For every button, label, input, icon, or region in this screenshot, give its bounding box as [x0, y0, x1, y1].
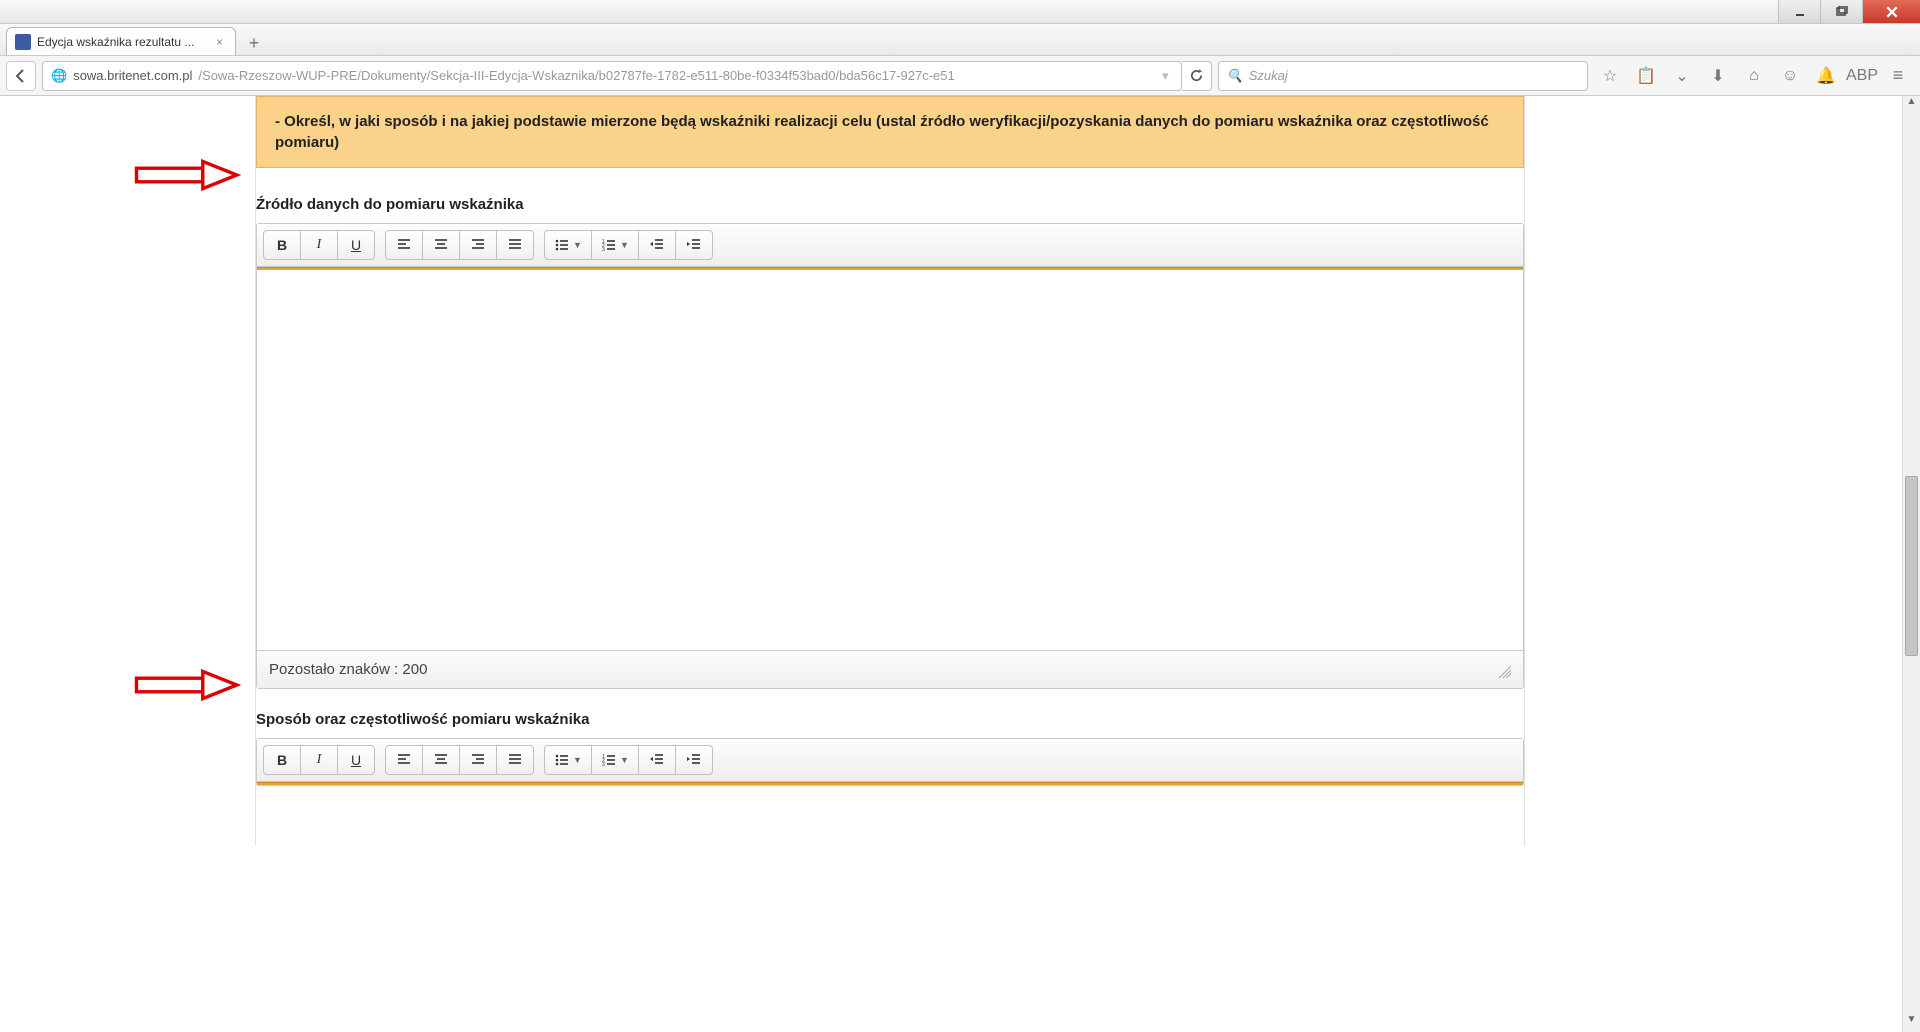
align-right-button[interactable]: [459, 230, 497, 260]
field-label-method: Sposób oraz częstotliwość pomiaru wskaźn…: [256, 711, 1524, 728]
url-input[interactable]: 🌐 sowa.britenet.com.pl /Sowa-Rzeszow-WUP…: [42, 61, 1182, 91]
window-minimize-button[interactable]: [1778, 0, 1820, 23]
bookmark-star-icon[interactable]: ☆: [1594, 61, 1626, 91]
window-close-button[interactable]: [1862, 0, 1920, 23]
url-domain: sowa.britenet.com.pl: [73, 68, 192, 83]
align-justify-button[interactable]: [496, 745, 534, 775]
chat-icon[interactable]: ☺: [1774, 61, 1806, 91]
window-maximize-button[interactable]: [1820, 0, 1862, 23]
back-button[interactable]: [6, 61, 36, 91]
italic-button[interactable]: I: [300, 230, 338, 260]
download-icon[interactable]: ⬇: [1702, 61, 1734, 91]
url-path: /Sowa-Rzeszow-WUP-PRE/Dokumenty/Sekcja-I…: [198, 68, 954, 83]
search-placeholder: Szukaj: [1249, 68, 1288, 83]
annotation-arrow-2: [130, 668, 245, 702]
underline-button[interactable]: U: [337, 745, 375, 775]
favicon-icon: [15, 34, 31, 50]
search-input[interactable]: 🔍 Szukaj: [1218, 61, 1588, 91]
editor-toolbar-2: B I U ▼ 123▼: [257, 739, 1523, 782]
align-right-button[interactable]: [459, 745, 497, 775]
scroll-thumb[interactable]: [1905, 476, 1918, 656]
editor-toolbar: B I U ▼ 123▼: [257, 224, 1523, 267]
bullet-list-button[interactable]: ▼: [544, 745, 592, 775]
form-page: - Określ, w jaki sposób i na jakiej pods…: [255, 96, 1525, 846]
search-icon: 🔍: [1227, 68, 1243, 84]
tab-close-button[interactable]: ×: [212, 35, 227, 49]
bullet-list-button[interactable]: ▼: [544, 230, 592, 260]
browser-tabstrip: Edycja wskaźnika rezultatu ... × +: [0, 24, 1920, 56]
toolbar-icon-row: ☆ 📋 ⌄ ⬇ ⌂ ☺ 🔔 ABP ≡: [1594, 61, 1914, 91]
align-left-button[interactable]: [385, 230, 423, 260]
numbered-list-button[interactable]: 123▼: [591, 230, 639, 260]
editor-footer: Pozostało znaków : 200: [257, 650, 1523, 688]
url-dropdown-icon[interactable]: ▾: [1158, 68, 1173, 84]
reload-button[interactable]: [1182, 61, 1212, 91]
scroll-down-icon[interactable]: ▼: [1903, 1014, 1920, 1032]
banner-text: - Określ, w jaki sposób i na jakiej pods…: [275, 113, 1489, 151]
svg-text:3: 3: [602, 247, 605, 253]
tab-title: Edycja wskaźnika rezultatu ...: [37, 35, 194, 49]
char-counter: Pozostało znaków : 200: [269, 661, 427, 678]
align-left-button[interactable]: [385, 745, 423, 775]
globe-icon: 🌐: [51, 68, 67, 84]
indent-button[interactable]: [675, 745, 713, 775]
field-label-source: Źródło danych do pomiaru wskaźnika: [256, 196, 1524, 213]
bold-button[interactable]: B: [263, 230, 301, 260]
underline-button[interactable]: U: [337, 230, 375, 260]
indent-button[interactable]: [675, 230, 713, 260]
page-viewport: - Określ, w jaki sposób i na jakiej pods…: [0, 96, 1920, 1032]
svg-text:3: 3: [602, 762, 605, 768]
outdent-button[interactable]: [638, 745, 676, 775]
window-scrollbar[interactable]: ▲ ▼: [1902, 96, 1920, 1032]
editor-accent-bar: [257, 782, 1523, 785]
italic-button[interactable]: I: [300, 745, 338, 775]
reading-list-icon[interactable]: 📋: [1630, 61, 1662, 91]
numbered-list-button[interactable]: 123▼: [591, 745, 639, 775]
resize-grip-icon[interactable]: [1495, 662, 1511, 678]
scroll-up-icon[interactable]: ▲: [1903, 96, 1920, 114]
outdent-button[interactable]: [638, 230, 676, 260]
browser-tab-active[interactable]: Edycja wskaźnika rezultatu ... ×: [6, 27, 236, 55]
rich-editor-source: B I U ▼ 123▼: [256, 223, 1524, 689]
annotation-arrow-1: [130, 158, 245, 192]
notifications-icon[interactable]: 🔔: [1810, 61, 1842, 91]
home-icon[interactable]: ⌂: [1738, 61, 1770, 91]
rich-editor-method: B I U ▼ 123▼: [256, 738, 1524, 786]
window-titlebar: [0, 0, 1920, 24]
browser-navbar: 🌐 sowa.britenet.com.pl /Sowa-Rzeszow-WUP…: [0, 56, 1920, 96]
bold-button[interactable]: B: [263, 745, 301, 775]
align-center-button[interactable]: [422, 745, 460, 775]
align-center-button[interactable]: [422, 230, 460, 260]
align-justify-button[interactable]: [496, 230, 534, 260]
pocket-icon[interactable]: ⌄: [1666, 61, 1698, 91]
abp-badge[interactable]: ABP: [1846, 61, 1878, 91]
new-tab-button[interactable]: +: [240, 31, 268, 55]
menu-hamburger-icon[interactable]: ≡: [1882, 61, 1914, 91]
editor-textarea[interactable]: [257, 270, 1523, 650]
instruction-banner: - Określ, w jaki sposób i na jakiej pods…: [256, 96, 1524, 168]
